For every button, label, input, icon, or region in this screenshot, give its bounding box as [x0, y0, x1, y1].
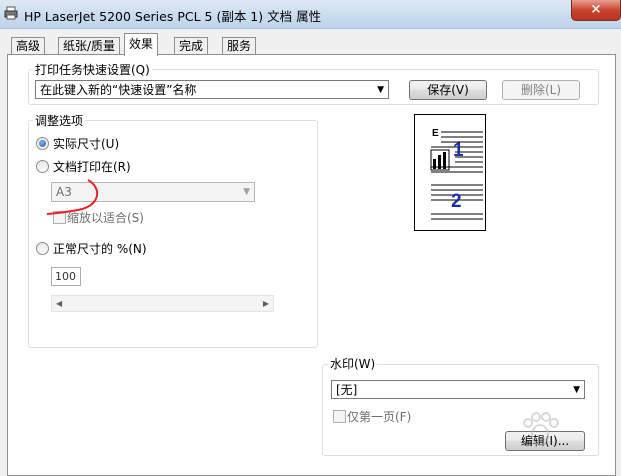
chevron-down-icon: ▼	[377, 85, 384, 95]
actual-size-radio[interactable]	[36, 137, 49, 150]
print-document-on-radio[interactable]	[36, 160, 49, 173]
scroll-left-icon[interactable]: ◀	[56, 296, 62, 311]
actual-size-label: 实际尺寸(U)	[53, 137, 120, 151]
preview-lines	[430, 131, 483, 220]
print-document-on-label: 文档打印在(R)	[53, 160, 131, 174]
resize-options-group	[28, 120, 318, 348]
save-button[interactable]: 保存(V)	[409, 80, 487, 100]
page-preview: E 1 2	[414, 114, 486, 231]
percent-normal-size-label: 正常尺寸的 %(N)	[53, 242, 147, 256]
delete-button[interactable]: 删除(L)	[502, 80, 580, 100]
chevron-down-icon: ▼	[573, 385, 580, 395]
first-page-only-label: 仅第一页(F)	[347, 410, 412, 424]
quick-set-combo-value: 在此键入新的“快速设置”名称	[40, 83, 197, 97]
site-watermark-logo	[523, 412, 559, 446]
preview-header-letter: E	[432, 128, 439, 139]
percent-input[interactable]: 100	[51, 267, 81, 286]
chevron-down-icon: ▼	[243, 187, 250, 197]
watermark-combo[interactable]: [无] ▼	[331, 380, 585, 399]
percent-normal-size-radio[interactable]	[36, 242, 49, 255]
red-annotation-mark	[46, 179, 98, 215]
preview-page-2: 2	[451, 191, 462, 212]
watermark-combo-value: [无]	[336, 383, 358, 397]
preview-page-1: 1	[453, 140, 464, 161]
resize-options-group-label: 调整选项	[33, 112, 86, 129]
percent-slider[interactable]: ◀ ▶	[51, 295, 274, 312]
watermark-group-label: 水印(W)	[328, 355, 378, 372]
first-page-only-checkbox[interactable]	[333, 410, 346, 423]
quick-set-group-label: 打印任务快速设置(Q)	[33, 61, 152, 78]
quick-set-combo[interactable]: 在此键入新的“快速设置”名称 ▼	[35, 80, 389, 99]
scroll-right-icon[interactable]: ▶	[263, 296, 269, 311]
